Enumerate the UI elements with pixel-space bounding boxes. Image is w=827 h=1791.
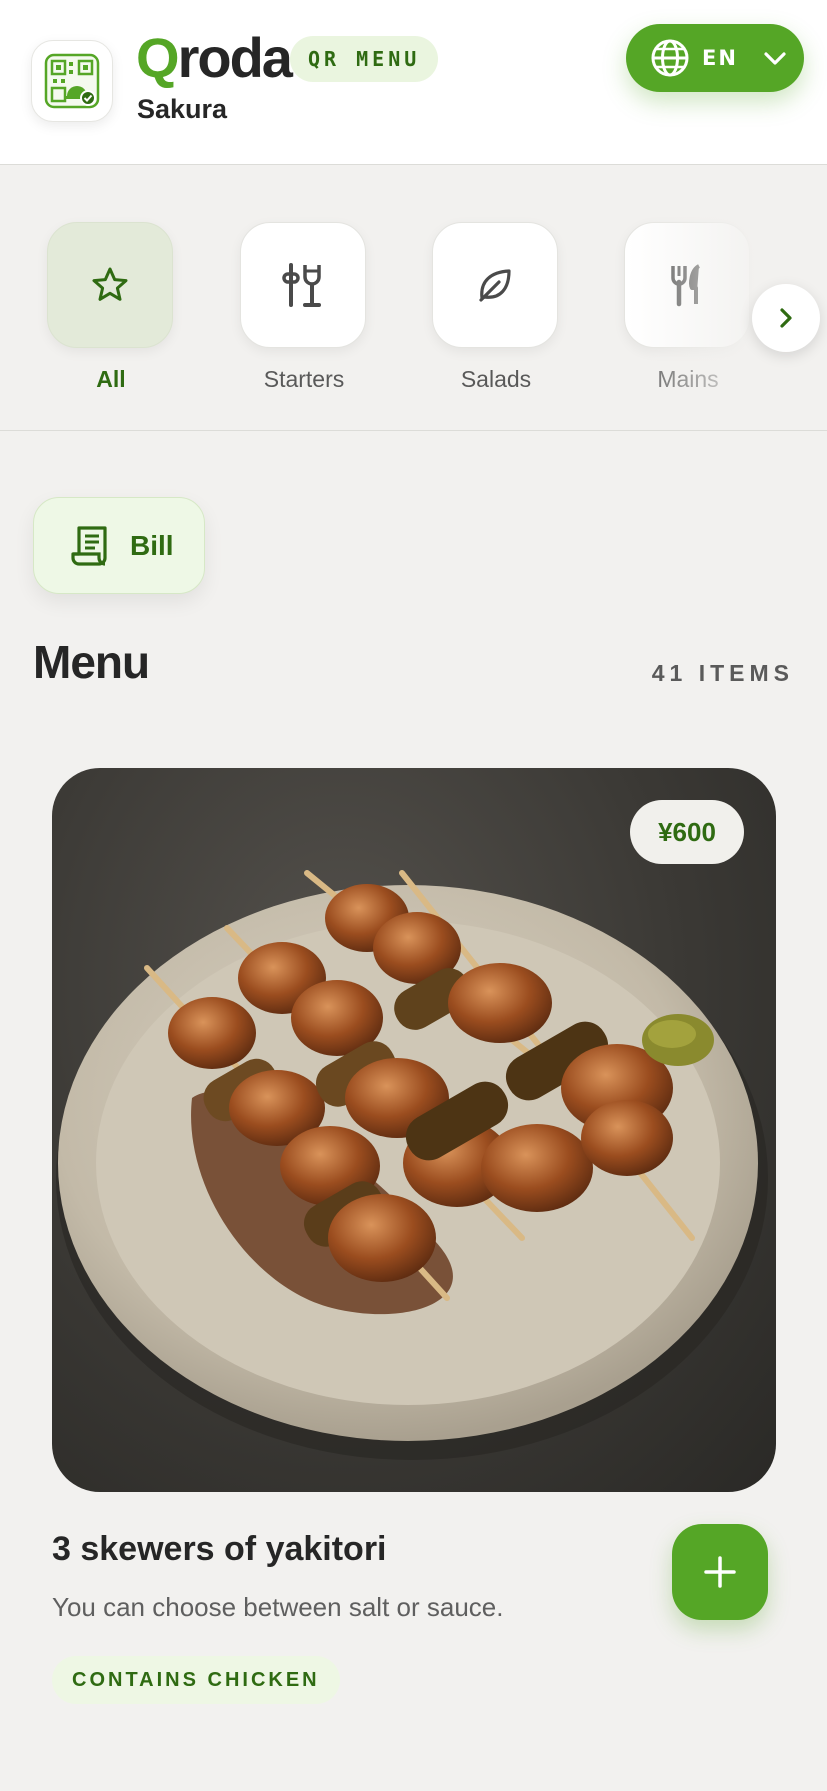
- category-tile: [624, 222, 750, 348]
- category-starters[interactable]: Starters: [240, 222, 368, 393]
- chevron-down-icon: [762, 45, 788, 71]
- category-bar: All Starters Salads Mains: [0, 166, 827, 431]
- category-all[interactable]: All: [47, 222, 175, 393]
- globe-icon: [651, 39, 689, 77]
- category-tile: [47, 222, 173, 348]
- leaf-icon: [479, 269, 511, 302]
- chevron-right-icon: [780, 308, 792, 328]
- brand-wordmark: Qroda: [136, 26, 293, 90]
- add-to-order-button[interactable]: [672, 1524, 768, 1620]
- item-count: 41 ITEMS: [651, 660, 794, 686]
- category-label: Starters: [263, 366, 345, 392]
- brand-initial: Q: [136, 26, 180, 89]
- bill-button[interactable]: Bill: [33, 497, 205, 594]
- price-tag: ¥600: [630, 800, 744, 864]
- allergen-tag: CONTAINS CHICKEN: [52, 1656, 340, 1704]
- category-salads[interactable]: Salads: [432, 222, 560, 393]
- menu-title: Menu: [33, 636, 150, 688]
- category-scroll-next-button[interactable]: [752, 284, 820, 352]
- restaurant-name: Sakura: [137, 94, 228, 124]
- yakitori-skewers-photo[interactable]: [52, 768, 776, 1492]
- plus-icon: [704, 1556, 736, 1588]
- starters-icon: [282, 263, 321, 307]
- star-icon: [92, 267, 128, 301]
- item-description: You can choose between salt or sauce.: [52, 1592, 504, 1622]
- item-name[interactable]: 3 skewers of yakitori: [52, 1530, 387, 1569]
- category-label: All: [96, 366, 126, 392]
- qr-menu-badge: QR MENU: [290, 36, 439, 82]
- app-header: Qroda QR MENU Sakura EN: [0, 0, 827, 165]
- language-selector-button[interactable]: EN: [626, 24, 804, 92]
- food-illustration: [56, 870, 768, 1460]
- receipt-icon: [71, 525, 107, 566]
- category-label: Salads: [460, 366, 532, 392]
- category-tile: [432, 222, 558, 348]
- brand-rest: roda: [177, 26, 293, 89]
- restaurant-logo: [31, 40, 113, 122]
- category-label: Mains: [657, 366, 719, 392]
- category-mains[interactable]: Mains: [624, 222, 752, 393]
- language-code: EN: [702, 46, 738, 70]
- bill-label: Bill: [130, 529, 174, 561]
- category-tile: [240, 222, 366, 348]
- qr-dish-icon: [44, 53, 100, 109]
- fork-knife-icon: [671, 264, 701, 307]
